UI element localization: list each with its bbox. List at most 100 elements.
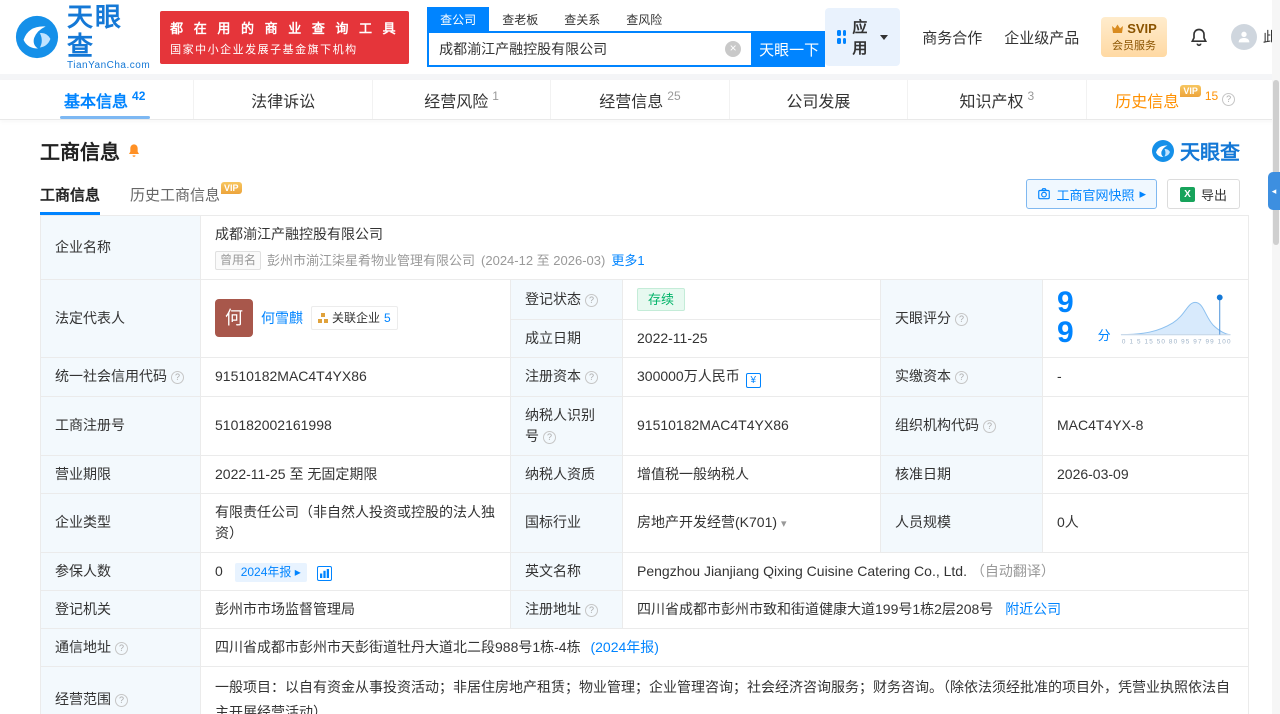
row-business-scope: 经营范围? 一般项目：以自有资金从事投资活动；非居住房地产租赁；物业管理；企业管…: [40, 665, 1250, 714]
help-icon[interactable]: ?: [955, 371, 968, 384]
field-label: 注册地址?: [510, 589, 623, 629]
slogan-line1: 都 在 用 的 商 业 查 询 工 具: [170, 20, 400, 36]
field-label: 参保人数: [40, 551, 201, 591]
help-icon[interactable]: ?: [543, 430, 556, 444]
annual-report-tag[interactable]: 2024年报 ▸: [234, 562, 307, 582]
tab-operation-risk[interactable]: 经营风险 1: [371, 80, 550, 119]
insured-chart-icon[interactable]: [316, 565, 332, 581]
help-icon[interactable]: ?: [983, 420, 996, 433]
clear-search-icon[interactable]: ×: [725, 41, 742, 57]
subscribe-bell-icon[interactable]: [126, 143, 142, 159]
tianyancha-logo[interactable]: 天眼查 TianYanCha.com: [14, 3, 150, 71]
field-label: 国标行业: [510, 492, 623, 553]
subtab-history-business-info[interactable]: 历史工商信息 VIP: [130, 182, 242, 215]
tianyancha-mini-icon: [1151, 139, 1175, 163]
help-icon[interactable]: ?: [115, 694, 128, 708]
help-icon[interactable]: ?: [585, 293, 598, 307]
former-name: 彭州市湔江柒星肴物业管理有限公司: [267, 253, 476, 268]
tab-history-info[interactable]: 历史信息 VIP 15?: [1085, 80, 1264, 119]
chevron-down-icon: [880, 34, 889, 40]
field-value: 一般项目：以自有资金从事投资活动；非居住房地产租赁；物业管理；企业管理咨询；社会…: [199, 665, 1250, 714]
nearby-companies-link[interactable]: 附近公司: [1005, 601, 1061, 617]
tab-operation-info[interactable]: 经营信息 25: [550, 80, 728, 119]
field-label: 实缴资本?: [880, 356, 1043, 397]
action-buttons: 工商官网快照 ▸ X 导出: [1026, 179, 1240, 215]
tab-company-development[interactable]: 公司发展: [728, 80, 907, 119]
arrow-left-icon: ◂: [1271, 185, 1277, 196]
official-snapshot-button[interactable]: 工商官网快照 ▸: [1026, 179, 1157, 209]
svip-label: SVIP: [1127, 21, 1157, 36]
search-tab-boss[interactable]: 查老板: [489, 7, 551, 32]
slogan-line2: 国家中小企业发展子基金旗下机构: [170, 43, 358, 56]
notification-bell-icon[interactable]: [1189, 27, 1209, 47]
field-value: 91510182MAC4T4YX86: [622, 395, 881, 456]
tianyan-score: 99: [1057, 286, 1074, 349]
score-cell: 99 分 0 1 5 15 50 80 95 97 99 100: [1041, 278, 1250, 358]
apps-label: 应用: [852, 19, 868, 57]
field-label: 人员规模: [880, 492, 1043, 553]
field-label: 企业名称: [40, 215, 201, 280]
field-label: 核准日期: [880, 454, 1043, 494]
more-link[interactable]: 更多1: [611, 251, 644, 271]
related-companies-pill[interactable]: 关联企业 5: [311, 306, 398, 330]
field-label: 纳税人资质: [510, 454, 623, 494]
export-button[interactable]: X 导出: [1166, 179, 1240, 209]
field-label: 组织机构代码?: [880, 395, 1043, 456]
help-icon[interactable]: ?: [585, 603, 598, 617]
field-value: 0人: [1041, 492, 1250, 553]
status-badge: 存续: [637, 287, 686, 311]
search-tab-relation[interactable]: 查关系: [551, 7, 613, 32]
side-panel-handle[interactable]: ◂: [1268, 172, 1280, 210]
search-button[interactable]: 天眼一下: [753, 31, 826, 67]
field-value: 增值税一般纳税人: [622, 454, 881, 494]
search-tab-company[interactable]: 查公司: [427, 6, 490, 32]
help-icon[interactable]: ?: [1222, 93, 1236, 106]
search-input[interactable]: [439, 41, 726, 57]
svip-member-button[interactable]: SVIP 会员服务: [1101, 17, 1167, 57]
field-value: 2022-11-25 至 无固定期限: [200, 454, 511, 494]
vip-badge: VIP: [1180, 84, 1201, 97]
business-info-table: 企业名称 成都湔江产融控股有限公司 曾用名 彭州市湔江柒星肴物业管理有限公司 (…: [40, 215, 1250, 714]
field-label: 英文名称: [510, 551, 623, 591]
tab-basic-info[interactable]: 基本信息 42: [16, 80, 193, 119]
chevron-down-icon[interactable]: ▾: [781, 518, 787, 530]
scrollbar-thumb[interactable]: [1273, 80, 1279, 245]
help-icon[interactable]: ?: [115, 641, 128, 655]
company-name: 成都湔江产融控股有限公司: [215, 226, 383, 242]
help-icon[interactable]: ?: [585, 371, 598, 384]
tab-legal-proceedings[interactable]: 法律诉讼: [193, 80, 371, 119]
help-icon[interactable]: ?: [171, 371, 184, 384]
apps-menu-button[interactable]: 应用: [825, 8, 901, 66]
user-avatar: [1230, 24, 1257, 50]
snapshot-camera-icon: [1037, 187, 1051, 201]
legal-rep-avatar[interactable]: 何: [215, 299, 253, 337]
apps-grid-icon: [837, 30, 847, 44]
excel-icon: X: [1179, 186, 1195, 202]
field-value: Pengzhou Jianjiang Qixing Cuisine Cateri…: [621, 551, 1250, 591]
page-scrollbar: [1272, 0, 1280, 714]
svg-text:0 1 5 15 50 80 95 97 99 100: 0 1 5 15 50 80 95 97 99 100: [1122, 338, 1231, 345]
annual-report-link[interactable]: (2024年报): [590, 639, 658, 655]
search-tab-risk[interactable]: 查风险: [613, 7, 675, 32]
field-value: 300000万人民币 ¥: [622, 356, 881, 397]
field-label: 成立日期: [510, 318, 623, 358]
watermark-brand: 天眼查: [1151, 136, 1240, 165]
subtab-business-info[interactable]: 工商信息: [40, 184, 101, 215]
field-value: 91510182MAC4T4YX86: [200, 356, 511, 397]
crown-icon: [1111, 24, 1124, 34]
field-label: 经营范围?: [40, 665, 201, 714]
field-label: 工商注册号: [40, 395, 201, 456]
search-area: 查公司 查老板 查关系 查风险 × 天眼一下: [427, 6, 826, 67]
help-icon[interactable]: ?: [955, 312, 968, 326]
row-legal-rep: 法定代表人 何 何雪麒 关联企业 5 登记状态? 存续 天眼评分? 99 分 0…: [40, 278, 1250, 358]
row-mailing-address: 通信地址? 四川省成都市彭州市天彭街道牡丹大道北二段988号1栋-4栋 (202…: [40, 627, 1250, 667]
field-value: 彭州市市场监督管理局: [200, 589, 511, 629]
score-curve-chart: 0 1 5 15 50 80 95 97 99 100: [1120, 294, 1231, 345]
legal-rep-name-link[interactable]: 何雪麒: [261, 308, 303, 329]
capital-detail-icon[interactable]: ¥: [745, 372, 761, 388]
tab-intellectual-property[interactable]: 知识产权 3: [907, 80, 1085, 119]
logo-text-en: TianYanCha.com: [67, 60, 151, 72]
arrow-right-icon: ▸: [1139, 186, 1146, 201]
nav-enterprise-products[interactable]: 企业级产品: [1004, 27, 1079, 48]
nav-business-cooperation[interactable]: 商务合作: [922, 27, 982, 48]
